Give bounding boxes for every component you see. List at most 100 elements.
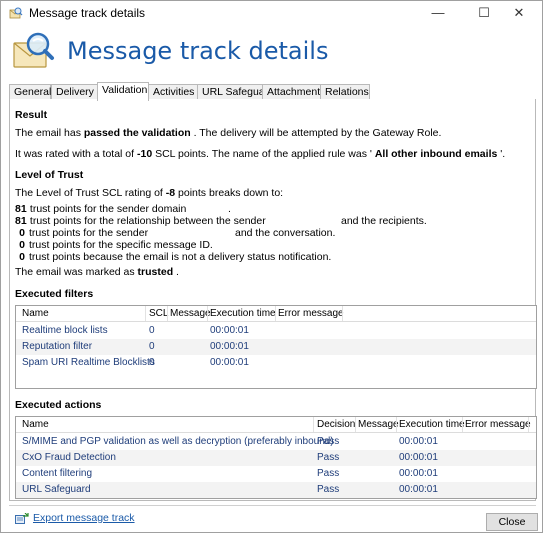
table-row[interactable]: Realtime block lists 0 00:00:01 [16, 323, 536, 339]
trust-item-suffix: . [228, 203, 231, 215]
trust-points: 0 [19, 251, 25, 263]
action-decision: Pass [317, 436, 340, 447]
result-line-1-text: The email has [15, 127, 84, 139]
action-decision: Pass [317, 484, 340, 495]
column-header-name[interactable]: Name [22, 419, 49, 430]
column-divider[interactable] [313, 417, 314, 432]
result-heading: Result [15, 109, 48, 121]
filter-name: Reputation filter [22, 341, 93, 352]
table-row[interactable]: CxO Fraud Detection Pass 00:00:01 [16, 450, 536, 466]
result-line-1-tail: . The delivery will be attempted by the … [190, 127, 442, 139]
table-row[interactable]: URL Safeguard Pass 00:00:01 [16, 482, 536, 498]
filter-name: Spam URI Realtime Blocklists [22, 357, 155, 368]
column-header-execution-time[interactable]: Execution time [210, 308, 276, 319]
column-header-decision[interactable]: Decision [317, 419, 355, 430]
action-decision: Pass [317, 452, 340, 463]
tab-delivery[interactable]: Delivery [51, 84, 98, 100]
filters-table-header: Name SCL Message Execution time Error me… [16, 306, 536, 322]
action-time: 00:00:01 [399, 484, 438, 495]
trust-item-text: trust points because the email is not a … [29, 251, 332, 263]
page-header: Message track details [9, 29, 534, 79]
column-divider[interactable] [355, 417, 356, 432]
column-header-execution-time[interactable]: Execution time [399, 419, 465, 430]
table-row[interactable]: S/MIME and PGP validation as well as dec… [16, 434, 536, 450]
applied-rule-name: All other inbound emails [374, 148, 498, 160]
trust-points: 81 [15, 203, 27, 215]
message-track-window: Message track details — ☐ ✕ Message trac… [0, 0, 543, 533]
trust-item-text: trust points for the specific message ID… [29, 239, 213, 251]
trust-intro: The Level of Trust SCL rating of -8 poin… [15, 187, 283, 199]
column-header-message[interactable]: Message [170, 308, 211, 319]
column-divider[interactable] [462, 417, 463, 432]
export-message-track-link[interactable]: Export message track [33, 512, 135, 524]
trust-item: 0 trust points for the sender [15, 227, 148, 239]
minimize-button[interactable]: — [415, 1, 461, 25]
column-header-message[interactable]: Message [358, 419, 399, 430]
filter-name: Realtime block lists [22, 325, 108, 336]
footer-divider [9, 505, 536, 506]
table-row[interactable]: Reputation filter 0 00:00:01 [16, 339, 536, 355]
trust-marked-text: The email was marked as [15, 266, 138, 278]
search-envelope-icon [9, 7, 23, 19]
column-divider[interactable] [396, 417, 397, 432]
action-time: 00:00:01 [399, 468, 438, 479]
tab-url-safeguard[interactable]: URL Safeguard [197, 84, 274, 100]
action-name: CxO Fraud Detection [22, 452, 116, 463]
column-divider[interactable] [167, 306, 168, 321]
filter-time: 00:00:01 [210, 357, 249, 368]
scl-total: -10 [136, 148, 153, 160]
tab-attachments[interactable]: Attachments [262, 84, 325, 100]
window-close-button[interactable]: ✕ [496, 1, 542, 25]
actions-heading: Executed actions [15, 399, 102, 411]
table-row[interactable]: Content filtering Pass 00:00:01 [16, 466, 536, 482]
filter-scl: 0 [149, 357, 155, 368]
trust-item: 81 trust points for the relationship bet… [15, 215, 266, 227]
column-header-error-message[interactable]: Error message [278, 308, 344, 319]
result-line-2-text: It was rated with a total of [15, 148, 137, 160]
column-header-scl[interactable]: SCL [149, 308, 168, 319]
close-button[interactable]: Close [486, 513, 538, 531]
result-line-2-tail: '. [497, 148, 506, 160]
trust-item: 81 trust points for the sender domain [15, 203, 186, 215]
window-title: Message track details [29, 6, 146, 20]
column-divider[interactable] [275, 306, 276, 321]
action-time: 00:00:01 [399, 436, 438, 447]
trust-intro-text: The Level of Trust SCL rating of [15, 187, 166, 199]
action-name: Content filtering [22, 468, 93, 479]
trust-item-text: trust points for the sender [29, 227, 149, 239]
table-row[interactable]: Spam URI Realtime Blocklists 0 00:00:01 [16, 355, 536, 371]
validation-panel: Result The email has passed the validati… [9, 99, 537, 501]
title-bar: Message track details — ☐ ✕ [1, 1, 542, 25]
tab-relations[interactable]: Relations [320, 84, 370, 100]
filter-scl: 0 [149, 341, 155, 352]
column-divider[interactable] [145, 306, 146, 321]
column-divider[interactable] [207, 306, 208, 321]
actions-table[interactable]: Name Decision Message Execution time Err… [15, 416, 537, 499]
trust-item: 0 trust points because the email is not a… [15, 251, 331, 263]
filter-time: 00:00:01 [210, 325, 249, 336]
filters-heading: Executed filters [15, 288, 94, 300]
trust-marked-tail: . [173, 266, 179, 278]
tab-validation[interactable]: Validation [97, 82, 149, 101]
action-name: URL Safeguard [22, 484, 91, 495]
trust-points: 0 [19, 227, 25, 239]
trust-item-text: trust points for the relationship betwee… [29, 215, 266, 227]
tab-activities[interactable]: Activities [148, 84, 198, 100]
trust-scl-rating: -8 [165, 187, 176, 199]
column-header-error-message[interactable]: Error message [465, 419, 531, 430]
trust-status: trusted [137, 266, 174, 278]
filter-time: 00:00:01 [210, 341, 249, 352]
trust-item-suffix: and the conversation. [235, 227, 336, 239]
column-header-name[interactable]: Name [22, 308, 49, 319]
column-divider[interactable] [342, 306, 343, 321]
column-divider[interactable] [528, 417, 529, 432]
trust-item-suffix: and the recipients. [341, 215, 427, 227]
result-line-2-mid: SCL points. The name of the applied rule… [152, 148, 375, 160]
result-line-2: It was rated with a total of -10 SCL poi… [15, 148, 505, 160]
tab-general[interactable]: General [9, 84, 51, 100]
filter-scl: 0 [149, 325, 155, 336]
filters-table[interactable]: Name SCL Message Execution time Error me… [15, 305, 537, 389]
result-line-1: The email has passed the validation . Th… [15, 127, 441, 139]
trust-points: 0 [19, 239, 25, 251]
action-name: S/MIME and PGP validation as well as dec… [22, 436, 334, 447]
